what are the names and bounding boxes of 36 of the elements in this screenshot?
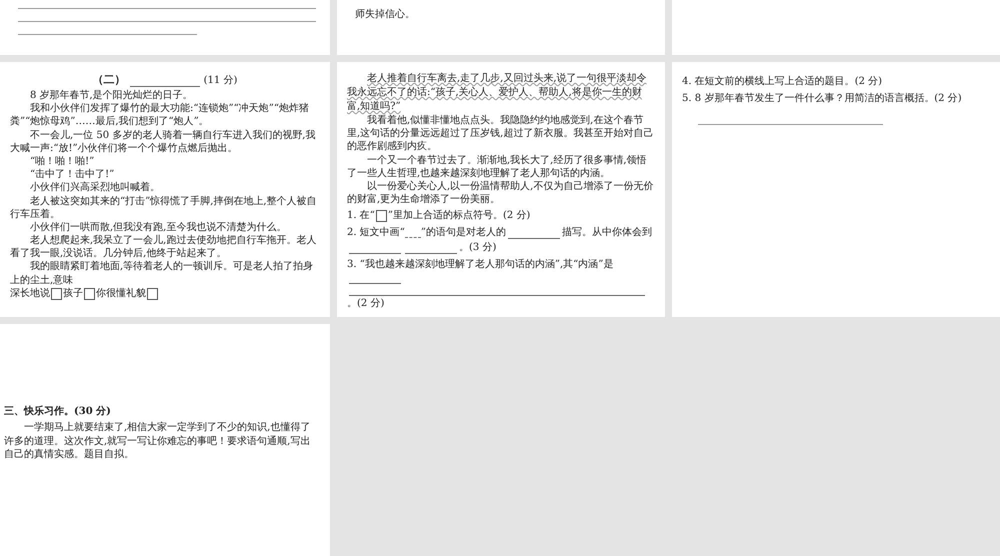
passage-text: ”的语句是对老人的 [420,226,506,240]
passage-paragraph: 一个又一个春节过去了。渐渐地,我长大了,经历了很多事情,领悟了一些人生哲理,也越来越深刻地理解了老人那句话的内涵。 [347,154,648,180]
section-title: 三、快乐习作。(30 分) [4,404,112,418]
question-text: 5. 8 岁那年春节发生了一件什么事？用简洁的语言概括。(2 分) [682,92,963,106]
passage-text: 描写。从中你体会到 [562,226,652,240]
question-text: 4. 在短文前的横线上写上合适的题目。(2 分) [682,75,884,89]
passage-paragraph: 不一会儿,一位 50 多岁的老人骑着一辆自行车进入我们的视野,我大喊一声:“放!”小伙伴们将一个个爆竹点燃后抛出。 [10,128,316,155]
passage-score: (11 分) [204,74,238,87]
passage-paragraph: 8 岁那年春节,是个阳光灿烂的日子。 [29,89,194,102]
passage-paragraph: “击中了！击中了!” [29,168,116,182]
answer-box [84,288,95,300]
passage-text: 师失掉信心。 [355,8,416,22]
passage-text: 你很懂礼貌 [96,286,146,301]
passage-text: 孩子 [63,286,83,301]
answer-box [147,288,158,300]
passage-text: 3. “我也越来越深刻地理解了老人那句话的内涵”,其“内涵”是 [347,258,614,272]
passage-paragraph: 我的眼睛紧盯着地面,等待着老人的一顿训斥。可是老人拍了拍身上的尘土,意味 [10,260,314,287]
passage-text: 深长地说 [10,286,50,301]
passage-paragraph: 我看着他,似懂非懂地点点头。我隐隐约约地感觉到,在这个春节里,这句话的分量远远超过了压岁钱,超过了新衣服。我甚至开始对自己的恶作剧感到内疚。 [347,114,654,154]
passage-text: 。(2 分) [347,297,384,312]
underlined-passage: 老人推着自行车离去,走了几步,又回过头来,说了一句很平淡却令我永远忘不了的话:“孩子,关心人、爱护人、帮助人,将是你一生的财富,知道吗?” [347,72,648,114]
passage-paragraph: 老人想爬起来,我呆立了一会儿,跑过去使劲地把自行车拖开。老人看了我一眼,没说话。几分钟后,他终于站起来了。 [10,234,318,260]
passage-text: ”里加上合适的标点符号。(2 分) [388,209,530,224]
passage-text: 2. 短文中画“ [347,226,405,240]
passage-paragraph: 小伙伴们兴高采烈地叫喊着。 [29,181,161,194]
answer-box [51,288,62,300]
passage-paragraph: 小伙伴们一哄而散,但我没有跑,至今我也说不清楚为什么。 [29,220,288,234]
passage-text: 1. 在“ [347,209,375,224]
passage-paragraph: 老人被这突如其来的“打击”惊得慌了手脚,摔倒在地上,整个人被自行车压着。 [10,194,318,221]
passage-paragraph: 一学期马上就要结束了,相信大家一定学到了不少的知识,也懂得了许多的道理。这次作文,就写一写让你难忘的事吧！要求语句通顺,写出自己的真情实感。题目自拟。 [4,421,312,461]
passage-paragraph: 我和小伙伴们发挥了爆竹的最大功能:“连锁炮”“冲天炮”“炮炸猪粪”“炮惊母鸡”……最后,我们想到了“炮人”。 [10,102,310,129]
passage-number: （二） [92,72,126,87]
passage-paragraph: 以一份爱心关心人,以一份温情帮助人,不仅为自己增添了一份无价的财富,更为生命增添了一份美丽。 [347,180,654,206]
passage-paragraph: “啪！啪！啪!” [29,154,96,168]
passage-text: 。(3 分) [459,241,496,256]
answer-box [376,210,387,222]
